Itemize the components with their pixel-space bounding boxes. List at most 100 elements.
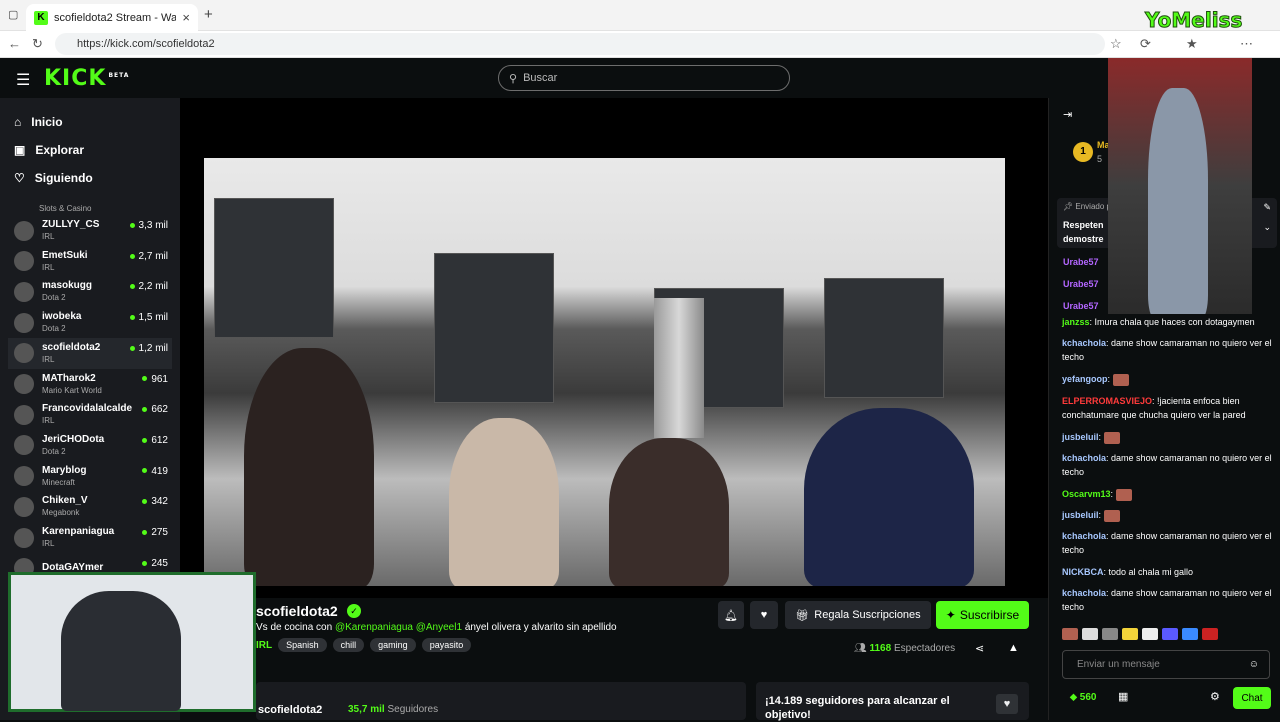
emote-icon[interactable]: [1202, 628, 1218, 640]
share-icon[interactable]: ⋖: [975, 642, 984, 655]
collapse-chat-icon[interactable]: ⇥: [1063, 108, 1072, 121]
tag[interactable]: payasito: [421, 638, 472, 652]
emote-icon[interactable]: [1142, 628, 1158, 640]
channel-item[interactable]: scofieldota2 IRL 1,2 mil: [8, 337, 172, 369]
channel-item[interactable]: JeriCHODota Dota 2 612: [8, 430, 172, 461]
browser-tab-active[interactable]: K scofieldota2 Stream - Watch ×: [26, 4, 198, 31]
chat-username[interactable]: kchachola: [1062, 453, 1106, 463]
chat-username[interactable]: janzss: [1062, 317, 1090, 327]
channel-item[interactable]: ZULLYY_CS IRL 3,3 mil: [8, 215, 172, 246]
avatar: [14, 435, 34, 456]
chat-username[interactable]: yefangoop: [1062, 374, 1108, 384]
chat-username[interactable]: kchachola: [1062, 338, 1106, 348]
chat-message: Oscarvm13:: [1062, 487, 1272, 501]
mention-link[interactable]: @Anyeel1: [416, 622, 462, 633]
sidebar-partial-game: Slots & Casino: [39, 204, 92, 213]
new-tab-icon[interactable]: +: [204, 6, 213, 23]
goal-heart-button[interactable]: ♥: [996, 694, 1018, 714]
channel-item[interactable]: EmetSuki IRL 2,7 mil: [8, 246, 172, 277]
chat-username[interactable]: jusbeluil: [1062, 432, 1099, 442]
leaderboard-count: 5: [1097, 154, 1103, 164]
subscribe-button[interactable]: ✦ Suscribirse: [936, 601, 1029, 629]
chat-username[interactable]: kchachola: [1062, 588, 1106, 598]
extensions-icon[interactable]: ⟳: [1140, 36, 1151, 52]
emote-icon: [1115, 488, 1132, 501]
channel-item[interactable]: Francovidalalcalde IRL 662: [8, 399, 172, 430]
chat-username[interactable]: NICKBCA: [1062, 567, 1104, 577]
hide-pin-icon[interactable]: ✎: [1263, 202, 1271, 213]
tab-list-icon[interactable]: ▢: [8, 8, 18, 21]
menu-icon[interactable]: ☰: [16, 70, 30, 90]
collections-icon[interactable]: ★: [1186, 36, 1198, 52]
tag[interactable]: gaming: [370, 638, 416, 652]
chat-text: todo al chala mi gallo: [1108, 567, 1194, 577]
channel-item-name: masokugg: [42, 280, 93, 292]
emote-icon[interactable]: [1162, 628, 1178, 640]
chat-message: ELPERROMASVIEJO: !jacienta enfoca bien c…: [1062, 396, 1246, 420]
channel-item-game: IRL: [42, 262, 55, 272]
channel-item-name: EmetSuki: [42, 249, 88, 261]
category-link[interactable]: IRL: [256, 640, 272, 651]
channel-item[interactable]: Chiken_V Megabonk 342: [8, 491, 172, 522]
channel-item-game: Mario Kart World: [42, 385, 102, 395]
emote-icon[interactable]: [1102, 628, 1118, 640]
channel-item-viewers: 612: [142, 435, 168, 446]
chat-username[interactable]: kchachola: [1062, 531, 1106, 541]
search-icon: ⚲: [509, 72, 518, 85]
close-tab-icon[interactable]: ×: [182, 10, 190, 25]
kick-logo[interactable]: KICK BETA: [44, 66, 129, 91]
tag[interactable]: chill: [332, 638, 365, 652]
channel-item-game: Dota 2: [42, 324, 66, 334]
notification-button[interactable]: 🔔︎: [718, 601, 744, 629]
about-card: [256, 682, 746, 720]
chat-send-button[interactable]: Chat: [1233, 687, 1271, 709]
channel-name[interactable]: scofieldota2: [256, 603, 338, 619]
search-input[interactable]: ⚲ Buscar: [498, 65, 790, 91]
nav-siguiendo[interactable]: ♡ Siguiendo: [0, 164, 180, 192]
channel-item[interactable]: Maryblog Minecraft 419: [8, 461, 172, 492]
chat-input[interactable]: Enviar un mensaje ☺: [1062, 650, 1270, 679]
nav-explorar[interactable]: ▣ Explorar: [0, 136, 180, 164]
pinned-text: Respeten: [1063, 220, 1104, 230]
emote-icon[interactable]: [1062, 628, 1078, 640]
follow-button[interactable]: ♥: [750, 601, 778, 629]
gear-icon[interactable]: ⚙: [1210, 690, 1220, 703]
chat-username[interactable]: ELPERROMASVIEJO: [1062, 396, 1152, 406]
emote-bar: [1062, 628, 1218, 640]
channel-item-name: JeriCHODota: [42, 433, 105, 445]
channel-item[interactable]: masokugg Dota 2 2,2 mil: [8, 276, 172, 307]
url-input[interactable]: https://kick.com/scofieldota2: [55, 33, 1105, 55]
back-icon[interactable]: ←: [8, 36, 21, 51]
gift-subs-button[interactable]: 🎁︎ Regala Suscripciones: [785, 601, 931, 629]
emote-icon[interactable]: [1182, 628, 1198, 640]
chevron-down-icon[interactable]: ⌄: [1263, 222, 1271, 233]
mention-link[interactable]: @Karenpaniagua: [335, 622, 413, 633]
channel-item-game: IRL: [42, 416, 55, 426]
chat-username[interactable]: jusbeluil: [1062, 510, 1099, 520]
emote-icon[interactable]: [1082, 628, 1098, 640]
avatar: [14, 251, 34, 272]
emote-icon[interactable]: [1122, 628, 1138, 640]
channel-item[interactable]: Karenpaniagua IRL 275: [8, 522, 172, 553]
emoji-icon[interactable]: ☺: [1249, 659, 1259, 670]
channel-item-name: scofieldota2: [42, 341, 101, 353]
more-menu-icon[interactable]: ⋯: [1240, 36, 1253, 52]
channel-item[interactable]: iwobeka Dota 2 1,5 mil: [8, 307, 172, 338]
report-icon[interactable]: ▲: [1008, 642, 1019, 654]
channel-item[interactable]: MATharok2 Mario Kart World 961: [8, 369, 172, 400]
tag[interactable]: Spanish: [278, 638, 327, 652]
search-placeholder: Buscar: [523, 72, 558, 84]
video-frame[interactable]: [204, 158, 1005, 586]
chat-username[interactable]: Oscarvm13: [1062, 489, 1111, 499]
nav-inicio[interactable]: ⌂ Inicio: [0, 108, 180, 136]
favorite-star-icon[interactable]: ☆: [1110, 36, 1122, 52]
partial-users: Urabe57 Urabe57 Urabe57: [1063, 257, 1099, 311]
channel-points[interactable]: ⬥ 560: [1070, 692, 1096, 703]
reload-icon[interactable]: ↻: [32, 36, 43, 52]
leaderboard-rank-icon: 1: [1073, 142, 1093, 162]
channel-item-game: IRL: [42, 539, 55, 548]
store-icon[interactable]: ▦: [1118, 690, 1128, 703]
avatar: [14, 220, 34, 241]
about-channel-name[interactable]: scofieldota2: [258, 704, 322, 716]
cabinet-shape: [214, 198, 334, 338]
